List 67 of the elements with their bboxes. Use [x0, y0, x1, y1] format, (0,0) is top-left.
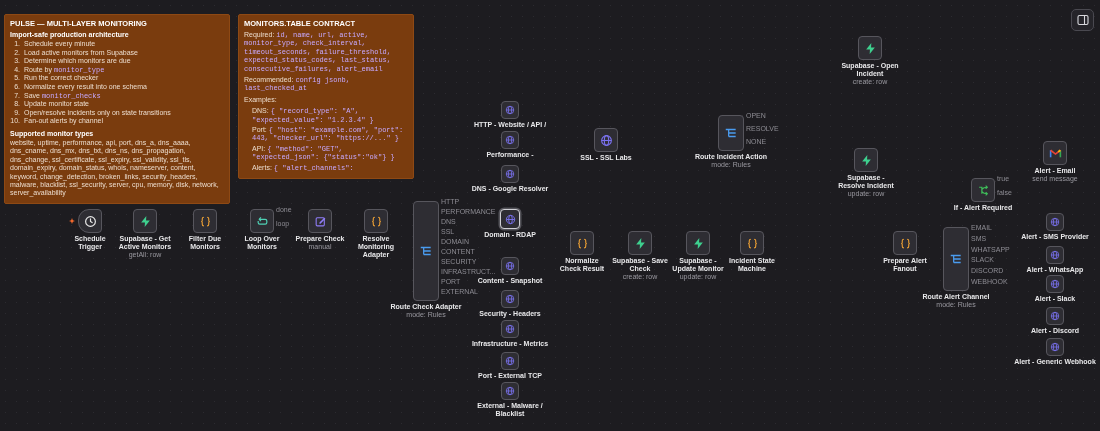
- workflow-node[interactable]: [501, 352, 519, 370]
- workflow-node[interactable]: [193, 209, 217, 233]
- braces-icon: [745, 236, 759, 250]
- lightning-icon: [863, 41, 877, 55]
- workflow-node[interactable]: [740, 231, 764, 255]
- globe-icon: [1050, 279, 1060, 289]
- lightning-icon: [691, 236, 705, 250]
- panel-toggle-button[interactable]: [1071, 9, 1094, 31]
- workflow-node[interactable]: [501, 257, 519, 275]
- lightning-icon: [138, 214, 152, 228]
- globe-icon: [505, 169, 515, 179]
- workflow-node[interactable]: [501, 131, 519, 149]
- globe-icon: [505, 294, 515, 304]
- workflow-node[interactable]: [78, 209, 102, 233]
- workflow-node[interactable]: [570, 231, 594, 255]
- braces-icon: [575, 236, 589, 250]
- workflow-node[interactable]: [1046, 246, 1064, 264]
- workflow-node[interactable]: [250, 209, 274, 233]
- workflow-node[interactable]: [718, 115, 744, 151]
- workflow-node[interactable]: [1046, 275, 1064, 293]
- globe-icon: [505, 324, 515, 334]
- route-icon: [724, 126, 738, 140]
- workflow-node[interactable]: [858, 36, 882, 60]
- workflow-node[interactable]: [854, 148, 878, 172]
- workflow-node[interactable]: [1046, 307, 1064, 325]
- lightning-icon: [633, 236, 647, 250]
- globe-icon: [599, 133, 613, 147]
- route-icon: [419, 244, 433, 258]
- workflow-node[interactable]: [1043, 141, 1067, 165]
- clock-icon: [83, 214, 97, 228]
- workflow-node[interactable]: [628, 231, 652, 255]
- trigger-icon: [69, 218, 75, 224]
- route-icon: [949, 252, 963, 266]
- globe-icon: [505, 105, 515, 115]
- braces-icon: [198, 214, 212, 228]
- workflow-node[interactable]: [501, 165, 519, 183]
- globe-icon: [505, 386, 515, 396]
- globe-icon: [1050, 311, 1060, 321]
- braces-icon: [898, 236, 912, 250]
- sidebar-icon: [1076, 14, 1089, 26]
- workflow-node[interactable]: [686, 231, 710, 255]
- globe-icon: [505, 261, 515, 271]
- workflow-node[interactable]: [893, 231, 917, 255]
- globe-icon: [505, 135, 515, 145]
- fork-icon: [976, 183, 990, 197]
- lightning-icon: [859, 153, 873, 167]
- workflow-node[interactable]: [501, 290, 519, 308]
- workflow-node[interactable]: [501, 320, 519, 338]
- workflow-node[interactable]: [501, 382, 519, 400]
- braces-icon: [369, 214, 383, 228]
- workflow-node[interactable]: [501, 101, 519, 119]
- workflow-node[interactable]: [594, 128, 618, 152]
- globe-icon: [1050, 217, 1060, 227]
- workflow-node[interactable]: [308, 209, 332, 233]
- globe-icon: [1050, 342, 1060, 352]
- workflow-node[interactable]: [133, 209, 157, 233]
- globe-icon: [505, 356, 515, 366]
- workflow-node[interactable]: [413, 201, 439, 301]
- workflow-node[interactable]: [1046, 338, 1064, 356]
- workflow-node[interactable]: [1046, 213, 1064, 231]
- globe-icon: [1050, 250, 1060, 260]
- globe-icon: [504, 213, 516, 225]
- workflow-node[interactable]: [364, 209, 388, 233]
- workflow-node[interactable]: [943, 227, 969, 291]
- loop-arrow-icon: [255, 214, 269, 228]
- workflow-node[interactable]: [971, 178, 995, 202]
- pencil-icon: [313, 214, 327, 228]
